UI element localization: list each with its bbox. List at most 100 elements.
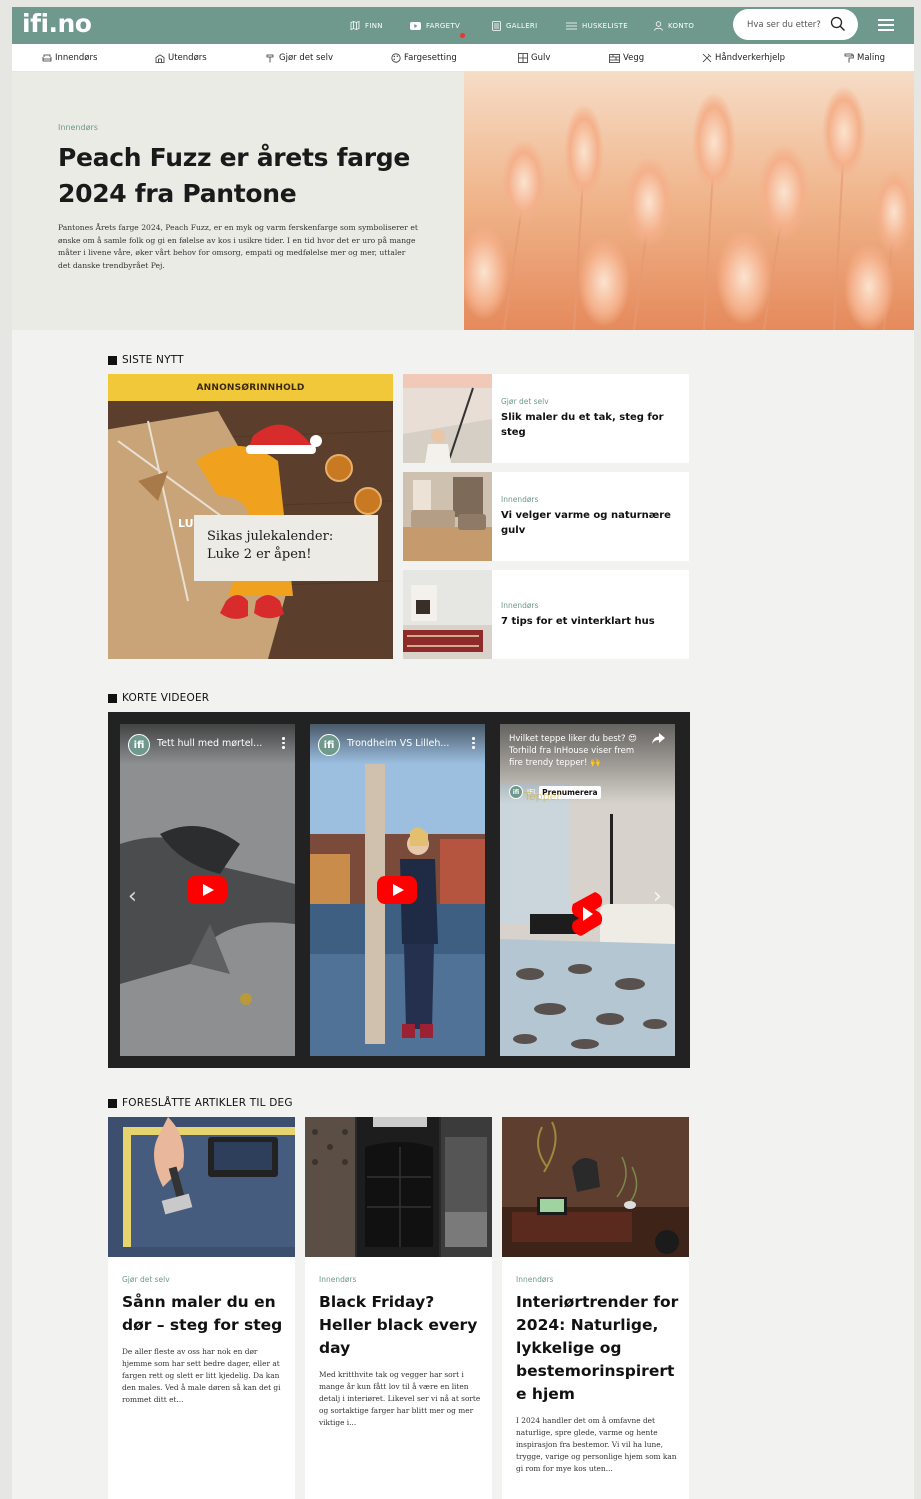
section-heading-suggested: FORESLÅTTE ARTIKLER TIL DEG <box>108 1097 293 1109</box>
paint-roller-icon <box>844 53 854 63</box>
video-title[interactable]: Tett hull med mørtel... <box>157 738 262 749</box>
news-thumbnail <box>403 570 492 659</box>
hero-image[interactable] <box>464 72 914 330</box>
hammer-icon <box>266 54 274 63</box>
news-item[interactable]: Innendørs 7 tips for et vinterklart hus <box>403 570 689 659</box>
youtube-play-icon[interactable] <box>377 876 417 904</box>
nav-fargetv-label: FARGETV <box>426 21 466 38</box>
ad-card: Sikas julekalender: Luke 2 er åpen! <box>194 515 378 581</box>
category-fargesetting[interactable]: Fargesetting <box>391 44 457 72</box>
category-utendors[interactable]: Utendørs <box>155 44 207 72</box>
category-label: Innendørs <box>55 53 98 63</box>
channel-avatar[interactable]: ifi <box>509 785 523 799</box>
palette-icon <box>391 53 401 63</box>
category-label: Gulv <box>531 53 551 63</box>
map-icon <box>350 21 360 30</box>
youtube-shorts-icon[interactable] <box>567 890 607 938</box>
category-innendors[interactable]: Innendørs <box>42 44 97 72</box>
section-square <box>108 355 117 365</box>
category-vegg[interactable]: Vegg <box>609 44 644 72</box>
nav-finn[interactable]: FINN <box>350 7 383 44</box>
article-category[interactable]: Innendørs <box>516 1275 553 1284</box>
category-handverkerhjelp[interactable]: Håndverkerhjelp <box>702 44 785 72</box>
sofa-icon <box>42 54 52 62</box>
tools-icon <box>702 53 712 63</box>
nav-finn-label: FINN <box>365 21 383 30</box>
ad-luke-text: LUKE <box>178 514 210 533</box>
category-gulv[interactable]: Gulv <box>518 44 550 72</box>
share-icon[interactable] <box>652 733 665 744</box>
more-options-icon[interactable] <box>282 737 285 751</box>
news-category[interactable]: Gjør det selv <box>501 397 549 406</box>
category-bar: Innendørs Utendørs Gjør det selv Fargese… <box>12 44 914 72</box>
article-category[interactable]: Innendørs <box>319 1275 356 1284</box>
youtube-play-icon[interactable] <box>187 876 227 904</box>
article-title[interactable]: Sånn maler du en dør – steg for steg <box>122 1291 287 1337</box>
carousel-prev-icon[interactable]: ‹ <box>128 884 137 909</box>
section-heading-text: SISTE NYTT <box>122 354 184 366</box>
hero-category[interactable]: Innendørs <box>58 123 98 132</box>
news-title[interactable]: Slik maler du et tak, steg for steg <box>501 411 679 440</box>
category-label: Fargesetting <box>404 53 457 63</box>
hero-description: Pantones Årets farge 2024, Peach Fuzz, e… <box>58 223 418 270</box>
hero[interactable]: Innendørs Peach Fuzz er årets farge 2024… <box>12 72 914 330</box>
floor-icon <box>518 53 528 63</box>
video-card[interactable]: ifi Trondheim VS Lilleh... <box>310 724 485 1056</box>
menu-icon[interactable] <box>878 19 894 31</box>
user-icon <box>654 20 663 31</box>
nav-fargetv-text: FARGETV <box>426 21 461 30</box>
nav-galleri-label: GALLERI <box>506 21 538 30</box>
article-title[interactable]: Black Friday? Heller black every day <box>319 1291 484 1360</box>
ad-label: ANNONSØRINNHOLD <box>108 374 393 401</box>
article-category[interactable]: Gjør det selv <box>122 1275 170 1284</box>
channel-avatar[interactable]: ifi <box>128 734 150 756</box>
article-card[interactable]: Innendørs Interiørtrender for 2024: Natu… <box>502 1117 689 1499</box>
category-label: Håndverkerhjelp <box>715 53 786 63</box>
video-card[interactable]: Hvilket teppe liker du best? 😍 Torhild f… <box>500 724 675 1056</box>
news-thumbnail <box>403 472 492 561</box>
article-image <box>108 1117 295 1257</box>
news-item[interactable]: Innendørs Vi velger varme og naturnære g… <box>403 472 689 561</box>
nav-huskeliste[interactable]: HUSKELISTE <box>566 7 628 44</box>
video-carousel: ifi Tett hull med mørtel... ifi Trondhei… <box>108 712 690 1068</box>
top-bar: ifi.no FINN FARGETV GALLERI HUSKELISTE K… <box>12 7 914 44</box>
ad-sika-calendar[interactable]: ANNONSØRINNHOLD LUKE Sikas julekalender:… <box>108 374 393 659</box>
news-category[interactable]: Innendørs <box>501 495 538 504</box>
hero-title[interactable]: Peach Fuzz er årets farge 2024 fra Panto… <box>58 140 438 212</box>
channel-avatar[interactable]: ifi <box>318 734 340 756</box>
category-maling[interactable]: Maling <box>844 44 885 72</box>
search-placeholder: Hva ser du etter? <box>747 19 821 30</box>
article-image <box>502 1117 689 1257</box>
category-label: Utendørs <box>168 53 207 63</box>
article-excerpt: Med kritthvite tak og vegger har sort i … <box>319 1370 481 1427</box>
search-icon[interactable] <box>830 16 846 32</box>
site-logo[interactable]: ifi.no <box>22 9 92 38</box>
article-card[interactable]: Innendørs Black Friday? Heller black eve… <box>305 1117 492 1499</box>
house-icon <box>155 53 165 63</box>
news-title[interactable]: 7 tips for et vinterklart hus <box>501 615 679 630</box>
section-square <box>108 693 117 703</box>
more-options-icon[interactable] <box>472 737 475 751</box>
nav-konto[interactable]: KONTO <box>654 7 694 44</box>
tv-play-icon <box>410 21 421 30</box>
carousel-next-icon[interactable]: › <box>653 884 662 909</box>
video-overlay-text: Tepper <box>524 790 561 803</box>
article-excerpt: De aller fleste av oss har nok en dør hj… <box>122 1347 281 1404</box>
video-card[interactable]: ifi Tett hull med mørtel... <box>120 724 295 1056</box>
nav-galleri[interactable]: GALLERI <box>492 7 537 44</box>
video-title[interactable]: Hvilket teppe liker du best? 😍 Torhild f… <box>509 733 649 769</box>
nav-fargetv[interactable]: FARGETV <box>410 7 466 44</box>
notification-dot <box>460 32 466 38</box>
news-thumbnail <box>403 374 492 463</box>
news-title[interactable]: Vi velger varme og naturnære gulv <box>501 509 679 538</box>
video-title[interactable]: Trondheim VS Lilleh... <box>347 738 449 749</box>
nav-huskeliste-label: HUSKELISTE <box>582 21 628 30</box>
category-label: Gjør det selv <box>279 53 334 63</box>
article-title[interactable]: Interiørtrender for 2024: Naturlige, lyk… <box>516 1291 681 1406</box>
wall-icon <box>609 53 620 63</box>
search-input[interactable]: Hva ser du etter? <box>733 9 858 40</box>
news-item[interactable]: Gjør det selv Slik maler du et tak, steg… <box>403 374 689 463</box>
news-category[interactable]: Innendørs <box>501 601 538 610</box>
category-gjor-det-selv[interactable]: Gjør det selv <box>266 44 333 72</box>
article-card[interactable]: Gjør det selv Sånn maler du en dør – ste… <box>108 1117 295 1499</box>
